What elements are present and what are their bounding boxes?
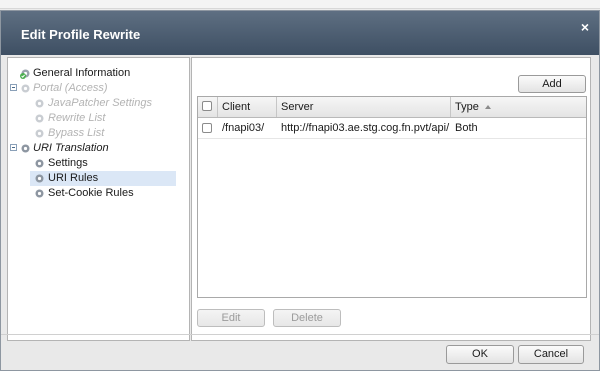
cancel-button[interactable]: Cancel: [518, 345, 584, 364]
tree-item-label: Rewrite List: [48, 112, 106, 124]
delete-button[interactable]: Delete: [273, 309, 341, 327]
tree-item-bypass-list[interactable]: Bypass List: [8, 126, 189, 141]
table-row[interactable]: /fnapi03/ http://fnapi03.ae.stg.cog.fn.p…: [198, 118, 586, 139]
tree-item-label: Bypass List: [48, 127, 105, 139]
tree-item-label: Portal (Access): [33, 82, 108, 94]
gear-icon: [35, 189, 44, 198]
uri-rules-grid: Client Server Type /fnapi03/ http://fnap…: [197, 96, 587, 298]
column-header-type-label: Type: [455, 101, 479, 113]
footer-divider: [1, 334, 599, 335]
column-header-client[interactable]: Client: [218, 97, 277, 117]
tree-item-label: Set-Cookie Rules: [48, 187, 134, 199]
row-client: /fnapi03/: [222, 122, 265, 134]
folder-gear-icon: [21, 84, 30, 93]
tree-item-uri-translation[interactable]: URI Translation: [8, 141, 189, 156]
column-header-type[interactable]: Type: [451, 97, 586, 117]
ok-button[interactable]: OK: [446, 345, 514, 364]
select-all-cell: [198, 97, 218, 117]
select-all-checkbox[interactable]: [202, 101, 212, 111]
edit-button[interactable]: Edit: [197, 309, 265, 327]
background-window-strip: [0, 0, 600, 9]
row-type: Both: [455, 122, 478, 134]
sort-ascending-icon: [485, 105, 491, 109]
tree-item-label: General Information: [33, 67, 131, 79]
tree-item-label: JavaPatcher Settings: [48, 97, 152, 109]
navigation-tree: General Information Portal (Access) Java…: [7, 57, 190, 341]
gear-icon: [35, 159, 44, 168]
close-icon[interactable]: ×: [581, 19, 589, 35]
tree-item-settings[interactable]: Settings: [8, 156, 189, 171]
edit-profile-rewrite-dialog: Edit Profile Rewrite × General Informati…: [0, 10, 600, 371]
tree-item-rewrite-list[interactable]: Rewrite List: [8, 111, 189, 126]
gear-icon: [35, 99, 44, 108]
tree-item-label: Settings: [48, 157, 88, 169]
tree-item-javapatcher-settings[interactable]: JavaPatcher Settings: [8, 96, 189, 111]
folder-gear-icon: [21, 144, 30, 153]
dialog-titlebar[interactable]: Edit Profile Rewrite ×: [1, 11, 599, 55]
row-checkbox[interactable]: [202, 123, 212, 133]
tree-item-label: URI Rules: [48, 172, 99, 184]
grid-header: Client Server Type: [198, 97, 586, 118]
check-gear-icon: [20, 69, 30, 79]
tree-item-label: URI Translation: [33, 142, 109, 154]
gear-icon: [35, 174, 44, 183]
collapse-toggle-icon[interactable]: [10, 144, 17, 151]
dialog-title: Edit Profile Rewrite: [21, 27, 141, 42]
column-header-server[interactable]: Server: [277, 97, 451, 117]
gear-icon: [35, 114, 44, 123]
tree-item-uri-rules[interactable]: URI Rules: [30, 171, 176, 186]
tree-item-portal-access[interactable]: Portal (Access): [8, 81, 189, 96]
uri-rules-pane: Add Client Server Type /fnapi03/ http://…: [191, 57, 591, 341]
collapse-toggle-icon[interactable]: [10, 84, 17, 91]
tree-item-set-cookie-rules[interactable]: Set-Cookie Rules: [8, 186, 189, 201]
add-button[interactable]: Add: [518, 75, 586, 93]
tree-item-general-information[interactable]: General Information: [8, 66, 189, 81]
gear-icon: [35, 129, 44, 138]
row-server: http://fnapi03.ae.stg.cog.fn.pvt/api/: [281, 122, 450, 134]
